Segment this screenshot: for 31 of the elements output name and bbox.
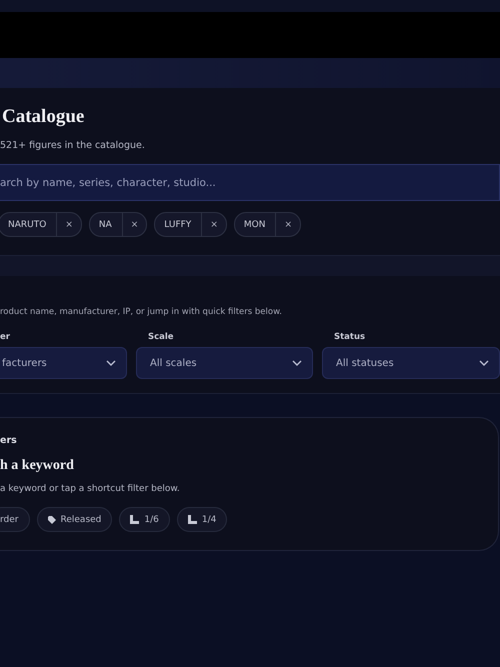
shortcut-chip[interactable]: Released: [36, 507, 112, 532]
ruler-icon: [130, 515, 140, 524]
chip-label: MON: [242, 220, 266, 230]
page-title: Catalogue: [2, 106, 86, 128]
filter-label: er: [0, 332, 11, 342]
filter-label: Status: [333, 332, 366, 342]
chip-label: LUFFY: [163, 220, 192, 230]
filter-select[interactable]: facturers: [0, 347, 127, 379]
remove-button[interactable]: ×: [122, 213, 146, 236]
filter-select[interactable]: All scales: [136, 347, 313, 379]
figure-count: 521+ figures in the catalogue.: [0, 140, 146, 151]
tag-icon: [48, 516, 56, 524]
remove-button[interactable]: ×: [275, 213, 300, 236]
shortcut-chip[interactable]: 1/4: [176, 507, 228, 532]
ruler-icon: [188, 515, 197, 524]
card-eyebrow: ers: [0, 435, 18, 446]
filter-label: Scale: [147, 332, 175, 342]
filter-select[interactable]: All statuses: [322, 347, 500, 379]
remove-button[interactable]: ×: [201, 213, 226, 236]
chevron-down-icon: [292, 360, 302, 366]
chip-label: NA: [98, 220, 113, 230]
filters-hint: roduct name, manufacturer, IP, or jump in with quick filters below.: [0, 307, 283, 317]
chevron-down-icon: [106, 360, 116, 366]
shortcut-chip[interactable]: 1/6: [119, 507, 170, 532]
chevron-down-icon: [479, 360, 489, 366]
shortcut-chip[interactable]: rder: [0, 507, 30, 532]
card-text: a keyword or tap a shortcut filter below.: [0, 484, 181, 494]
remove-button[interactable]: ×: [56, 213, 81, 236]
chip-label: NARUTO: [7, 220, 48, 230]
card-title: h a keyword: [0, 458, 75, 474]
search-field[interactable]: arch by name, series, character, studio...: [0, 164, 500, 201]
